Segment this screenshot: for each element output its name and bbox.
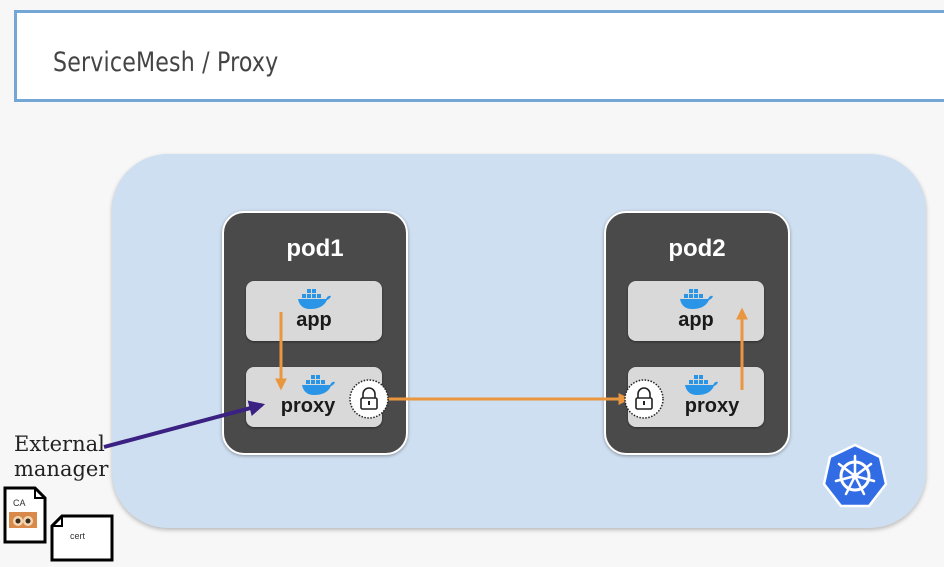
- ca-label: CA: [13, 498, 26, 508]
- seal-icon: [9, 512, 37, 528]
- cert-document: cert: [50, 514, 114, 562]
- lock-icon: [349, 379, 389, 419]
- lock-icon: [624, 379, 664, 419]
- diagram-overlay: [103, 307, 888, 508]
- ca-document: CA: [3, 486, 47, 544]
- kubernetes-helm-icon: [822, 443, 888, 508]
- external-manager-label-line2: manager: [14, 457, 109, 481]
- external-manager-label-line1: External: [14, 432, 105, 456]
- external-manager-arrow: [103, 400, 266, 449]
- cert-label: cert: [70, 531, 86, 541]
